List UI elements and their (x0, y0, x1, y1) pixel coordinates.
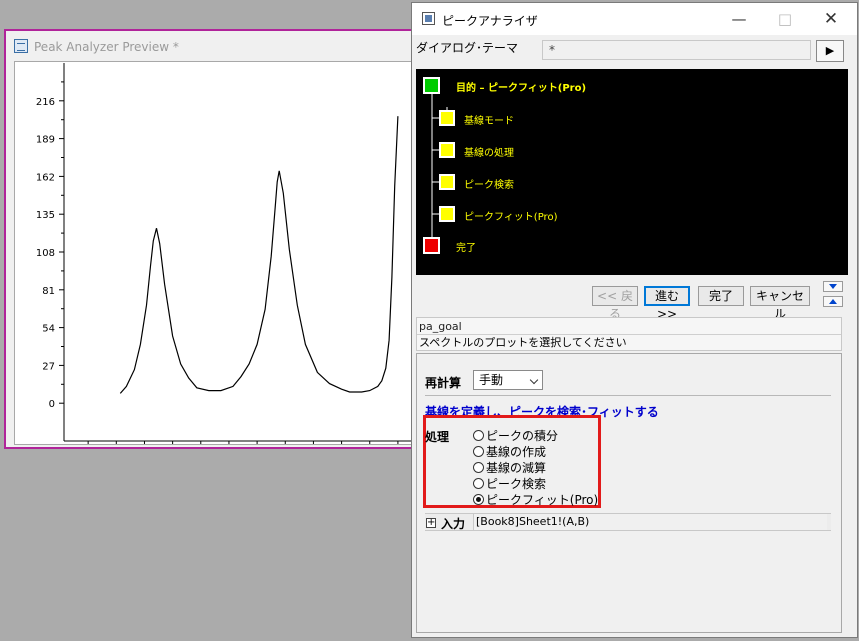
y-tick-label: 81 (42, 286, 55, 297)
expand-plus-icon[interactable]: + (426, 518, 436, 528)
peak-analyzer-preview-window: Peak Analyzer Preview * 0 27 54 81 108 135 162… (4, 29, 418, 449)
y-tick-label: 216 (36, 97, 55, 108)
recalculate-label: 再計算 (425, 376, 462, 390)
radio-dot-selected (473, 494, 484, 505)
maximize-button[interactable]: □ (762, 3, 808, 35)
flow-node-baseline-mode[interactable] (439, 110, 455, 126)
flow-goal-label[interactable]: 目的 – ピークフィット(Pro) (456, 79, 586, 94)
dialog-title-bar[interactable]: ピークアナライザ — □ ✕ (412, 3, 857, 35)
y-tick-label: 27 (42, 361, 55, 372)
process-label: 処理 (425, 430, 450, 444)
spectrum-line (119, 116, 399, 394)
spectrum-chart: 02754811081351621892160.01.42.84.25.67. (36, 63, 414, 444)
radio-dot (473, 462, 484, 473)
y-tick-label: 54 (42, 324, 55, 335)
collapse-up-button[interactable] (823, 296, 843, 307)
flow-node-peak-find[interactable] (439, 174, 455, 190)
radio-dot (473, 430, 484, 441)
flow-connector-lines (423, 77, 455, 254)
page-name: pa_goal (419, 320, 462, 333)
peak-analyzer-dialog: ピークアナライザ — □ ✕ ダイアログ･テーマ * ▶ 目的 – ピークフィッ… (411, 2, 858, 638)
wizard-flow-diagram: 目的 – ピークフィット(Pro) 基線モード 基線の処理 ピーク検索 ピークフ… (416, 69, 848, 275)
flow-step-label[interactable]: 基線の処理 (464, 144, 514, 159)
close-button[interactable]: ✕ (808, 3, 854, 35)
page-description: スペクトルのプロットを選択してください (417, 334, 841, 351)
dialog-title: ピークアナライザ (442, 14, 538, 28)
y-tick-label: 162 (36, 172, 55, 183)
expand-down-button[interactable] (823, 281, 843, 292)
input-row: + 入力 [Book8]Sheet1!(A,B) (425, 513, 831, 531)
flow-step-label[interactable]: ピークフィット(Pro) (464, 208, 557, 223)
dialog-theme-input[interactable]: * (542, 40, 811, 60)
chevron-down-icon (529, 375, 539, 385)
triangle-down-icon (829, 284, 837, 289)
flow-finish-label[interactable]: 完了 (456, 239, 476, 254)
graph-window-icon (14, 39, 28, 53)
info-panel: pa_goal スペクトルのプロットを選択してください (416, 317, 842, 351)
flow-node-finish[interactable] (423, 237, 440, 254)
dialog-theme-label: ダイアログ･テーマ (416, 41, 519, 55)
recalculate-select[interactable]: 手動 (473, 370, 543, 390)
flow-node-peak-fit[interactable] (439, 206, 455, 222)
radio-dot (473, 478, 484, 489)
y-tick-label: 0 (49, 399, 55, 410)
flow-step-label[interactable]: 基線モード (464, 112, 514, 127)
preview-title-bar[interactable]: Peak Analyzer Preview * (6, 31, 416, 61)
input-label: 入力 (441, 517, 466, 531)
preview-plot-area[interactable]: 02754811081351621892160.01.42.84.25.67. (14, 61, 416, 445)
preview-title: Peak Analyzer Preview * (34, 40, 179, 54)
radio-find-peaks[interactable]: ピーク検索 (473, 475, 546, 491)
divider (425, 395, 831, 396)
y-tick-label: 135 (36, 210, 55, 221)
radio-subtract-baseline[interactable]: 基線の減算 (473, 459, 546, 475)
dialog-app-icon (422, 12, 435, 25)
input-range-field[interactable]: [Book8]Sheet1!(A,B) (473, 514, 827, 530)
minimize-button[interactable]: — (716, 3, 762, 35)
flow-step-label[interactable]: ピーク検索 (464, 176, 514, 191)
theme-menu-button[interactable]: ▶ (816, 40, 844, 62)
recalculate-value: 手動 (479, 373, 504, 387)
y-tick-label: 108 (36, 248, 55, 259)
flow-node-goal[interactable] (423, 77, 440, 94)
radio-integrate-peaks[interactable]: ピークの積分 (473, 427, 558, 443)
cancel-button[interactable]: キャンセル (750, 286, 810, 321)
next-button[interactable]: 進む >> (644, 286, 690, 321)
y-tick-label: 189 (36, 135, 55, 146)
radio-create-baseline[interactable]: 基線の作成 (473, 443, 546, 459)
triangle-up-icon (829, 299, 837, 304)
radio-dot (473, 446, 484, 457)
finish-button[interactable]: 完了 (698, 286, 744, 306)
radio-fit-peaks-pro[interactable]: ピークフィット(Pro) (473, 491, 598, 507)
back-button[interactable]: << 戻る (592, 286, 638, 321)
settings-panel: 再計算 手動 基線を定義し、ピークを検索･フィットする 処理 ピークの積分 基線… (416, 353, 842, 633)
flow-node-baseline-treatment[interactable] (439, 142, 455, 158)
